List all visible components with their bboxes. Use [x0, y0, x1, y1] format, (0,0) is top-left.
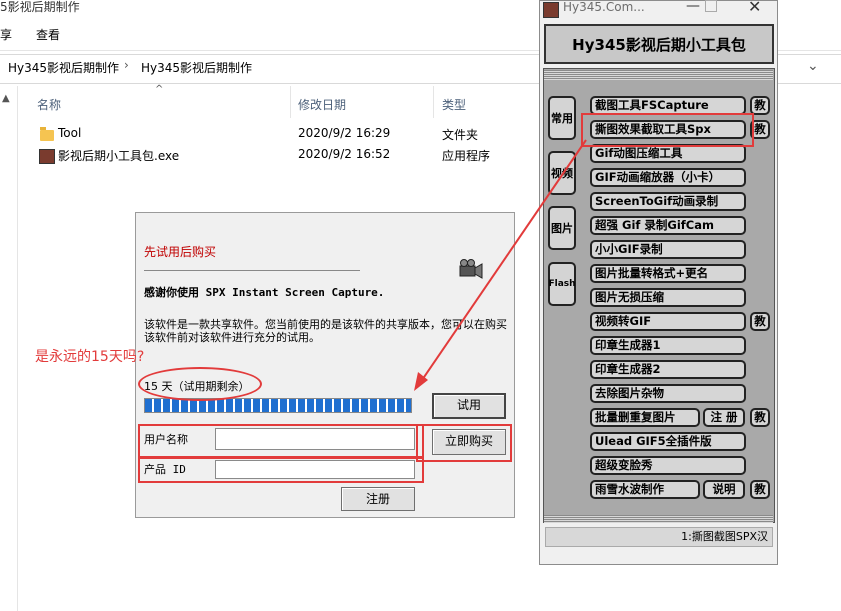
annotation-arrows — [414, 139, 587, 391]
